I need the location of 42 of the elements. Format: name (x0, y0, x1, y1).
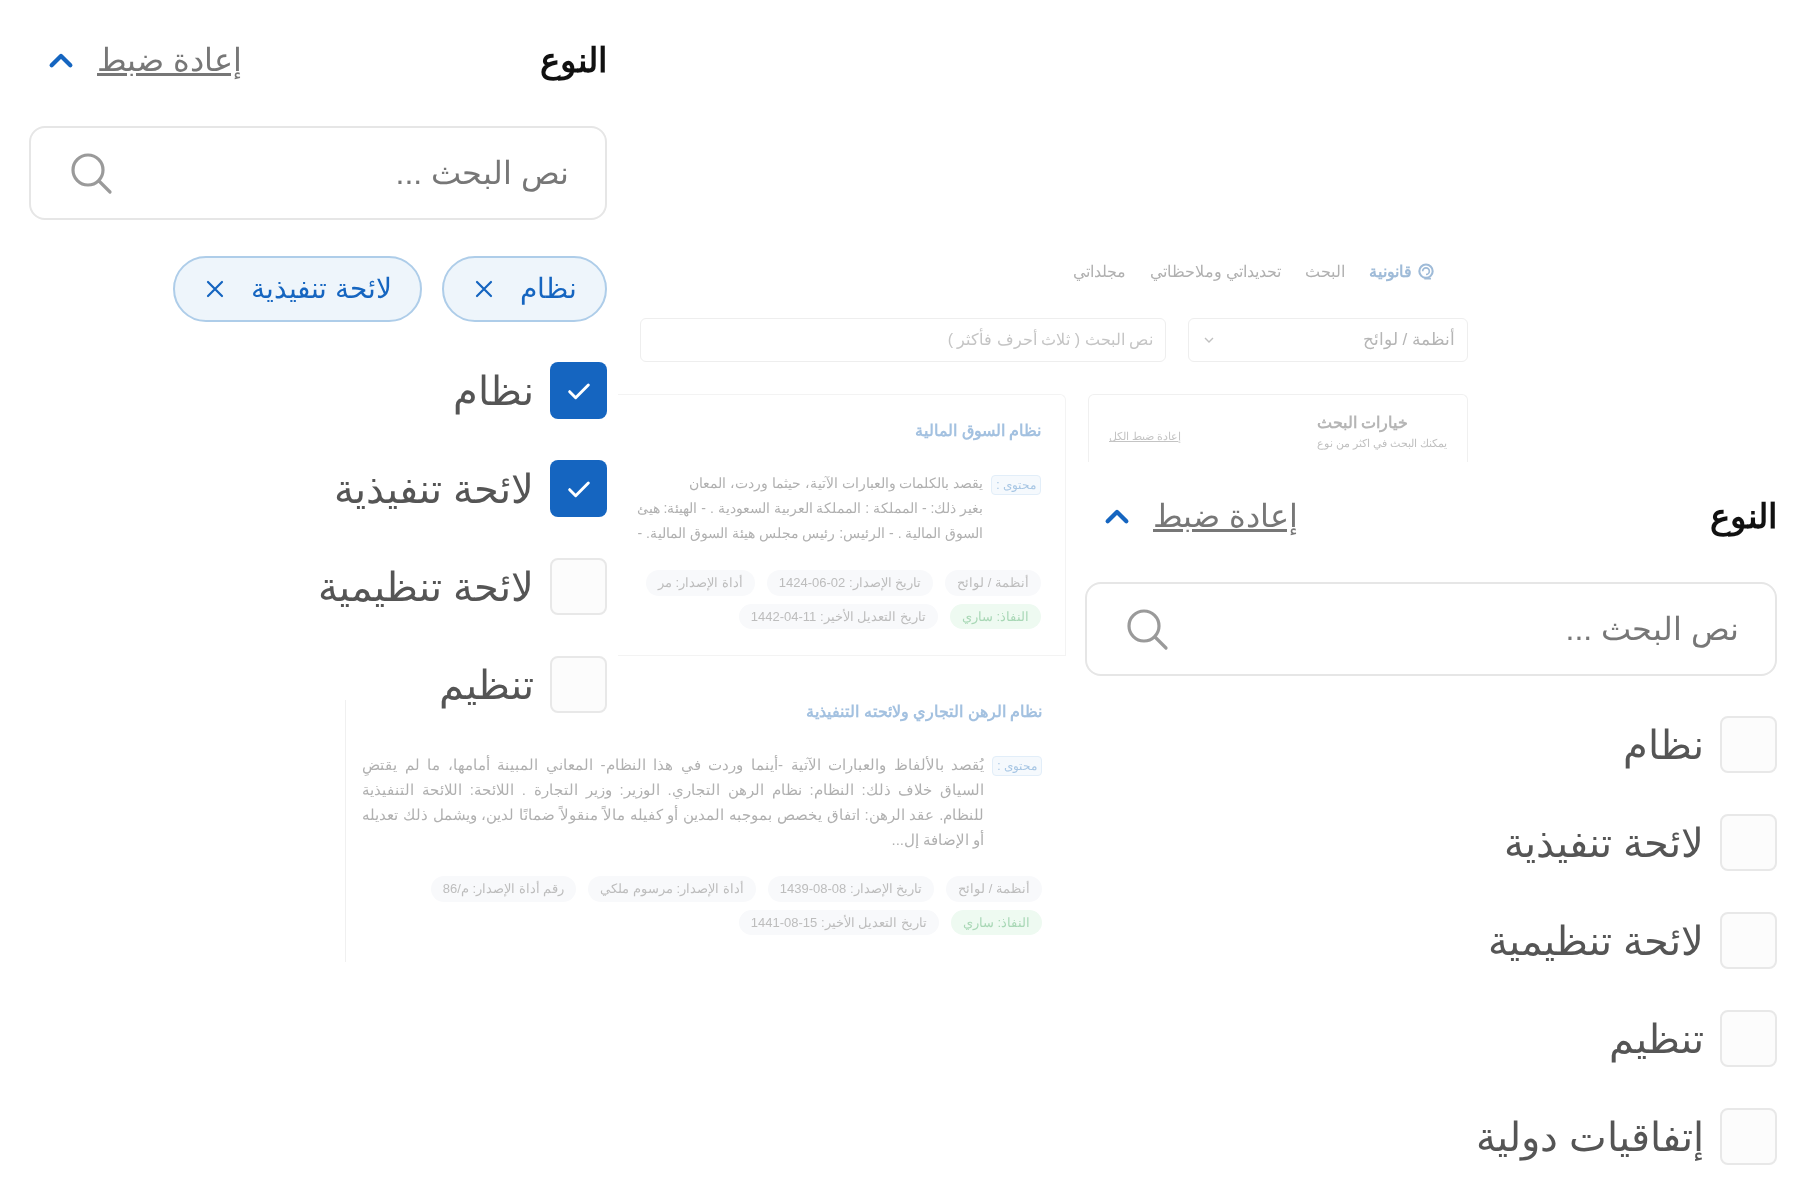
result-excerpt: يقصد بالكلمات والعبارات الآتية، حيثما وردت، المعان (688, 474, 984, 494)
meta-tag: رقم أداة الإصدار: م/86 (430, 876, 577, 902)
nav-link[interactable]: البحث (1305, 260, 1345, 284)
meta-tag: تاريخ التعديل الأخير: 15-08-1441 (738, 909, 939, 935)
meta-tag: تاريخ الإصدار: 08-08-1439 (767, 876, 935, 902)
section-title: النوع (540, 39, 607, 83)
checkbox[interactable] (550, 362, 607, 419)
search-field[interactable]: نص البحث ... (29, 126, 607, 220)
filter-chip[interactable]: لائحة تنفيذية (173, 256, 422, 322)
meta-tag: أداة الإصدار: مر (645, 570, 755, 596)
result-excerpt: السوق المالية . - الرئيس: رئيس مجلس هيئة السوق المالية. - (636, 524, 984, 544)
status-tag: النفاذ: ساري (950, 909, 1042, 935)
meta-tag: أنظمة / لوائح (946, 876, 1042, 902)
meta-tag: تاريخ التعديل الأخير: 11-04-1442 (738, 603, 938, 629)
reset-link[interactable]: إعادة ضبط (97, 36, 242, 84)
search-field[interactable]: نص البحث ... (1085, 582, 1777, 676)
checkbox[interactable] (550, 460, 607, 517)
section-title: النوع (1710, 495, 1777, 539)
option-label: لائحة تنظيمية (1487, 920, 1704, 961)
card-subtitle: يمكنك البحث في اكثر من نوع (1316, 436, 1447, 452)
result-excerpt: بغير ذلك: - المملكة : المملكة العربية السعودية . - الهيئة: هيئ (635, 499, 984, 519)
option-label: لائحة تنفيذية (333, 468, 534, 509)
content-label: محتوى : (992, 756, 1042, 776)
meta-tag: أنظمة / لوائح (945, 570, 1041, 596)
type-select[interactable]: أنظمة / لوائح (1188, 318, 1468, 362)
option-label: لائحة تنظيمية (317, 566, 534, 607)
reset-link[interactable]: إعادة ضبط (1153, 492, 1298, 540)
status-tag: النفاذ: ساري (949, 603, 1041, 629)
reset-all-link[interactable]: إعادة ضبط الكل (1109, 428, 1182, 445)
nav-link[interactable]: تحديداتي وملاحظاتي (1149, 260, 1281, 284)
result-excerpt: يُقصد بالألفاظ والعبارات الآتية -أينما وردت في هذا النظام- المعاني المبينة أمامها، ما لم يقتضِ السياق خلاف ذلك: النظام: نظام الرهن التجاري. الوزير: وزير التجارة . اللائحة: اللائحة التنفيذية للنظام. عقد الرهن: اتفاق يخصص بموجبه المدين أو كفيله مالاً منقولاً ضمانًا لدين، ويشمل ذلك تعديله أو الإضافة إل... (362, 754, 985, 851)
logo-text: قانونية (1369, 262, 1412, 284)
result-title[interactable]: نظام السوق المالية (618, 419, 1041, 443)
meta-tag: أداة الإصدار: مرسوم ملكي (588, 876, 756, 902)
filter-chip[interactable]: نظام (442, 256, 607, 322)
option-label: لائحة تنفيذية (1503, 822, 1704, 863)
content-label: محتوى : (991, 475, 1041, 495)
search-field[interactable]: نص البحث ( ثلاث أحرف فأكثر ) (640, 318, 1166, 362)
nav-link[interactable]: مجلداتي (1072, 260, 1126, 284)
logo-icon (1416, 262, 1436, 282)
card-title: خيارات البحث (1316, 413, 1409, 435)
meta-tag: تاريخ الإصدار: 02-06-1424 (766, 570, 934, 596)
